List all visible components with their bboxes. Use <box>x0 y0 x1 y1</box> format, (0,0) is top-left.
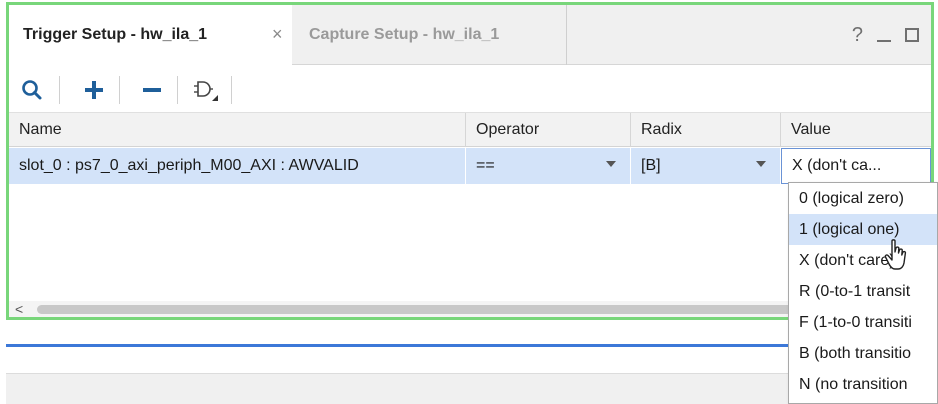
value-option[interactable]: 0 (logical zero) <box>789 183 937 214</box>
toolbar-separator <box>59 76 60 104</box>
operator-value: == <box>476 157 495 174</box>
toolbar <box>9 66 931 113</box>
radix-select[interactable]: [B] <box>631 148 781 184</box>
tab-bar: Trigger Setup - hw_ila_1 × Capture Setup… <box>9 5 931 65</box>
value-option[interactable]: B (both transitio <box>789 338 937 369</box>
toolbar-separator <box>231 76 232 104</box>
value-option[interactable]: F (1-to-0 transiti <box>789 307 937 338</box>
value-current: X (don't ca... <box>792 157 882 174</box>
tab-trigger-setup-label: Trigger Setup - hw_ila_1 <box>23 26 208 43</box>
close-tab-icon[interactable]: × <box>272 25 283 43</box>
toolbar-separator <box>177 76 178 104</box>
value-option[interactable]: R (0-to-1 transit <box>789 276 937 307</box>
tab-capture-setup[interactable]: Capture Setup - hw_ila_1 <box>299 5 567 65</box>
toolbar-separator <box>119 76 120 104</box>
scrollbar-thumb[interactable] <box>37 305 917 314</box>
radix-value: [B] <box>641 157 661 174</box>
column-header-value[interactable]: Value <box>781 113 931 147</box>
table-header: Name Operator Radix Value <box>9 113 931 147</box>
value-dropdown-list: 0 (logical zero) 1 (logical one) X (don'… <box>788 182 938 404</box>
trigger-condition-icon[interactable] <box>191 75 221 105</box>
search-icon[interactable] <box>17 75 47 105</box>
maximize-icon[interactable] <box>905 28 919 42</box>
value-select[interactable]: X (don't ca... <box>781 148 931 184</box>
column-header-name[interactable]: Name <box>9 113 466 147</box>
tab-capture-setup-label: Capture Setup - hw_ila_1 <box>309 26 500 43</box>
scroll-left-icon[interactable]: < <box>15 301 23 317</box>
add-icon[interactable] <box>79 75 109 105</box>
column-header-operator[interactable]: Operator <box>466 113 631 147</box>
value-option[interactable]: N (no transition <box>789 369 937 400</box>
cell-name: slot_0 : ps7_0_axi_periph_M00_AXI : AWVA… <box>9 148 466 184</box>
minimize-icon[interactable] <box>877 40 891 42</box>
chevron-down-icon[interactable] <box>606 161 616 167</box>
value-option[interactable]: 1 (logical one) <box>789 214 937 245</box>
chevron-down-icon[interactable] <box>756 161 766 167</box>
column-header-radix[interactable]: Radix <box>631 113 781 147</box>
table-row[interactable]: slot_0 : ps7_0_axi_periph_M00_AXI : AWVA… <box>9 148 931 184</box>
value-option[interactable]: X (don't care) <box>789 245 937 276</box>
help-icon[interactable]: ? <box>852 24 863 47</box>
tab-trigger-setup[interactable]: Trigger Setup - hw_ila_1 × <box>9 5 292 65</box>
operator-select[interactable]: == <box>466 148 631 184</box>
hand-cursor-icon <box>884 239 907 270</box>
remove-icon[interactable] <box>137 75 167 105</box>
window-controls: ? <box>852 5 919 65</box>
